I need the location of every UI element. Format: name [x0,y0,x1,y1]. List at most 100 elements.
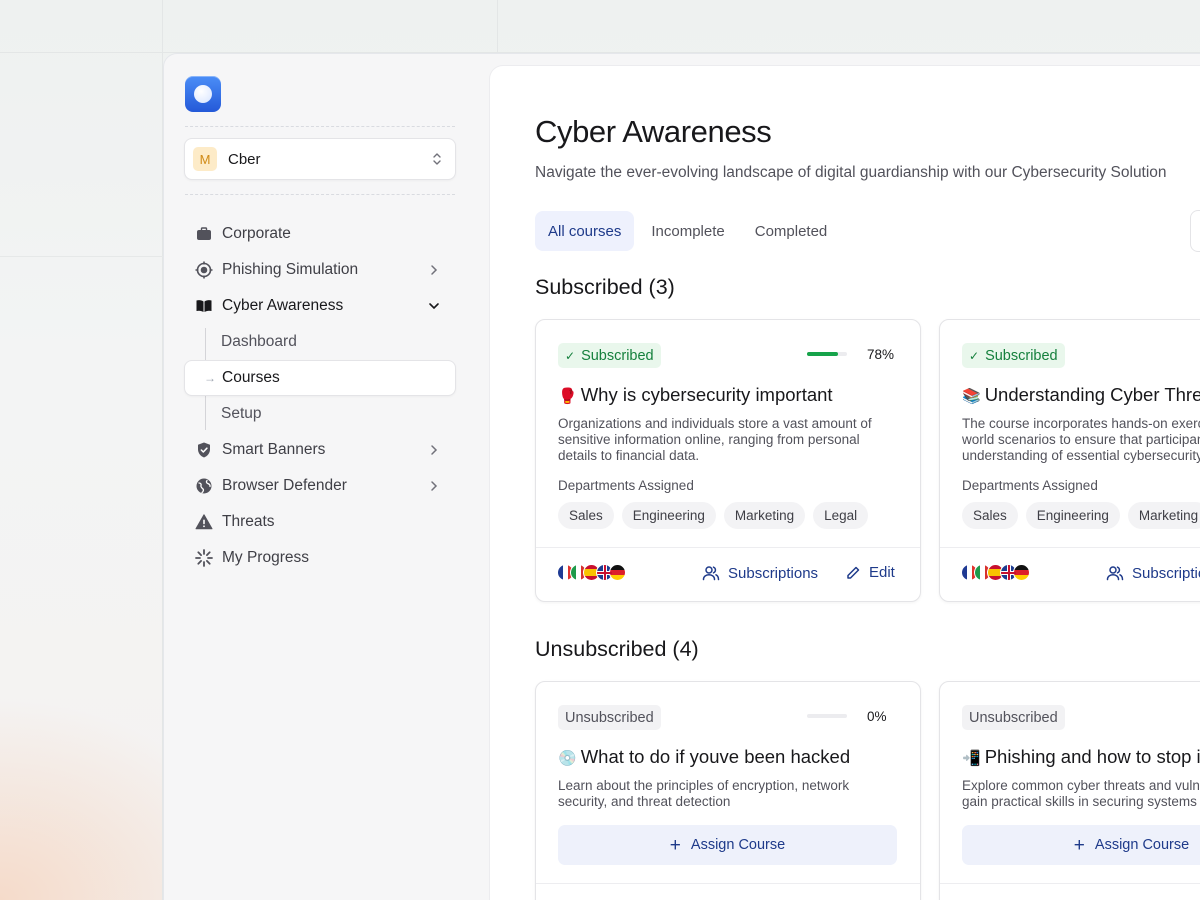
course-title: 📚Understanding Cyber Threats [962,384,1200,406]
status-badge: Unsubscribed [558,705,661,730]
assign-course-label: Assign Course [690,837,786,853]
department-chips: Sales Engineering Marketing Legal [558,502,869,529]
sidebar-item-cyber-awareness[interactable]: Cyber Awareness [184,288,456,324]
subscribed-section-title: Subscribed (3) [535,275,675,299]
department-chip: Legal [813,502,869,529]
arrow-right-icon: → [204,371,216,385]
course-description: Explore common cyber threats and vulnera… [962,778,1200,809]
sidebar-nav: Corporate Phishing Simulation Cyber Awar… [184,216,456,576]
book-icon [194,296,214,316]
sidebar-item-threats[interactable]: Threats [184,504,456,540]
sidebar-item-label: Smart Banners [222,441,326,458]
app-window: M Cber Corporate Phishing Simulation Cyb… [163,53,1200,900]
course-card[interactable]: ✓ Subscribed 78% 🥊 Why is cybersecurity i… [535,319,921,602]
sidebar-item-my-progress[interactable]: My Progress [184,540,456,576]
course-card[interactable]: Unsubscribed 📲 Phishing and how to stop i… [939,681,1200,900]
sidebar-subitem-dashboard[interactable]: Dashboard [184,324,456,360]
edit-label: Edit [869,564,895,581]
department-chip: Engineering [1025,502,1120,529]
shield-icon [194,440,214,460]
sidebar-item-label: Dashboard [221,333,297,350]
departments-label: Departments Assigned [962,478,1098,493]
sidebar: M Cber Corporate Phishing Simulation Cyb… [164,54,488,900]
app-logo[interactable] [185,76,221,112]
workspace-avatar: M [193,147,217,171]
cyber-awareness-submenu: Dashboard → Courses Setup [184,324,456,432]
sidebar-item-browser-defender[interactable]: Browser Defender [184,468,456,504]
card-footer [940,883,1200,900]
progress-percent: 0% [867,709,887,724]
tab-completed[interactable]: Completed [742,211,841,251]
plus-icon: + [669,834,681,856]
chevron-right-icon [431,481,438,491]
tab-all-courses[interactable]: All courses [535,211,635,251]
status-badge: ✓ Subscribed [558,343,661,368]
sidebar-item-smart-banners[interactable]: Smart Banners [184,432,456,468]
subscriptions-button[interactable]: Subscriptions [1106,564,1200,582]
assign-course-button[interactable]: + Assign Course [558,825,897,865]
sidebar-subitem-setup[interactable]: Setup [184,396,456,432]
toolbar-control-partial[interactable] [1190,210,1200,252]
department-chip: Sales [962,502,1018,529]
check-icon: ✓ [969,348,980,363]
course-card[interactable]: ✓ Subscribed 📚Understanding Cyber Threat… [939,319,1200,602]
divider [185,126,455,127]
progress-bar [807,352,847,356]
chevron-up-down-icon [433,153,441,165]
warning-icon [194,512,214,532]
users-icon [702,566,720,581]
sidebar-item-corporate[interactable]: Corporate [184,216,456,252]
department-chip: Marketing [1127,502,1200,529]
chevron-down-icon [429,303,439,310]
briefcase-icon [194,224,214,244]
subscriptions-button[interactable]: Subscriptions [702,564,818,582]
check-icon: ✓ [565,348,576,363]
status-badge: ✓ Subscribed [962,343,1065,368]
mobile-phone-icon: 📲 [962,750,981,767]
sidebar-item-label: Browser Defender [222,477,347,494]
tab-incomplete[interactable]: Incomplete [638,211,737,251]
status-badge-label: Unsubscribed [565,709,654,726]
boxing-glove-icon: 🥊 [558,388,577,405]
course-description: Organizations and individuals store a va… [558,416,872,463]
sidebar-subitem-courses[interactable]: → Courses [184,360,456,396]
course-title: 🥊 Why is cybersecurity important [558,384,833,406]
course-description: Learn about the principles of encryption… [558,778,850,809]
departments-label: Departments Assigned [558,478,694,493]
sidebar-item-phishing-simulation[interactable]: Phishing Simulation [184,252,456,288]
main-content: Cyber Awareness Navigate the ever-evolvi… [489,65,1200,900]
sidebar-item-label: Threats [222,513,275,530]
department-chips: Sales Engineering Marketing [962,502,1200,529]
progress-bar [807,714,847,718]
subscriptions-label: Subscriptions [728,564,819,582]
status-badge-label: Subscribed [985,347,1058,364]
status-badge-label: Subscribed [581,347,654,364]
department-chip: Sales [558,502,614,529]
course-title-text: Understanding Cyber Threats [984,384,1200,405]
sidebar-item-label: Setup [221,405,262,422]
sidebar-item-label: My Progress [222,549,309,566]
sidebar-item-label: Phishing Simulation [222,261,359,278]
edit-button[interactable]: Edit [845,564,895,581]
course-title: 💿 What to do if youve been hacked [558,746,850,768]
course-card[interactable]: Unsubscribed 0% 💿 What to do if youve bee… [535,681,921,900]
sidebar-item-label: Corporate [222,225,291,242]
sidebar-item-label: Cyber Awareness [222,297,344,314]
course-title-text: Why is cybersecurity important [580,384,833,405]
course-title-text: What to do if youve been hacked [580,746,851,767]
page-title: Cyber Awareness [535,114,772,149]
status-badge: Unsubscribed [962,705,1065,730]
disc-icon: 💿 [558,750,577,767]
assign-course-button[interactable]: + Assign Course [962,825,1200,865]
course-title: 📲 Phishing and how to stop it [962,746,1200,768]
card-footer [536,883,920,900]
card-footer: Subscriptions [940,547,1200,601]
card-footer: Subscriptions Edit [536,547,920,601]
unsubscribed-section-title: Unsubscribed (4) [535,637,699,661]
workspace-name: Cber [228,150,261,168]
chevron-right-icon [431,265,438,275]
progress-bar-fill [807,352,839,356]
pencil-icon [847,566,860,579]
workspace-switcher[interactable]: M Cber [184,138,456,180]
assign-course-label: Assign Course [1094,837,1190,853]
